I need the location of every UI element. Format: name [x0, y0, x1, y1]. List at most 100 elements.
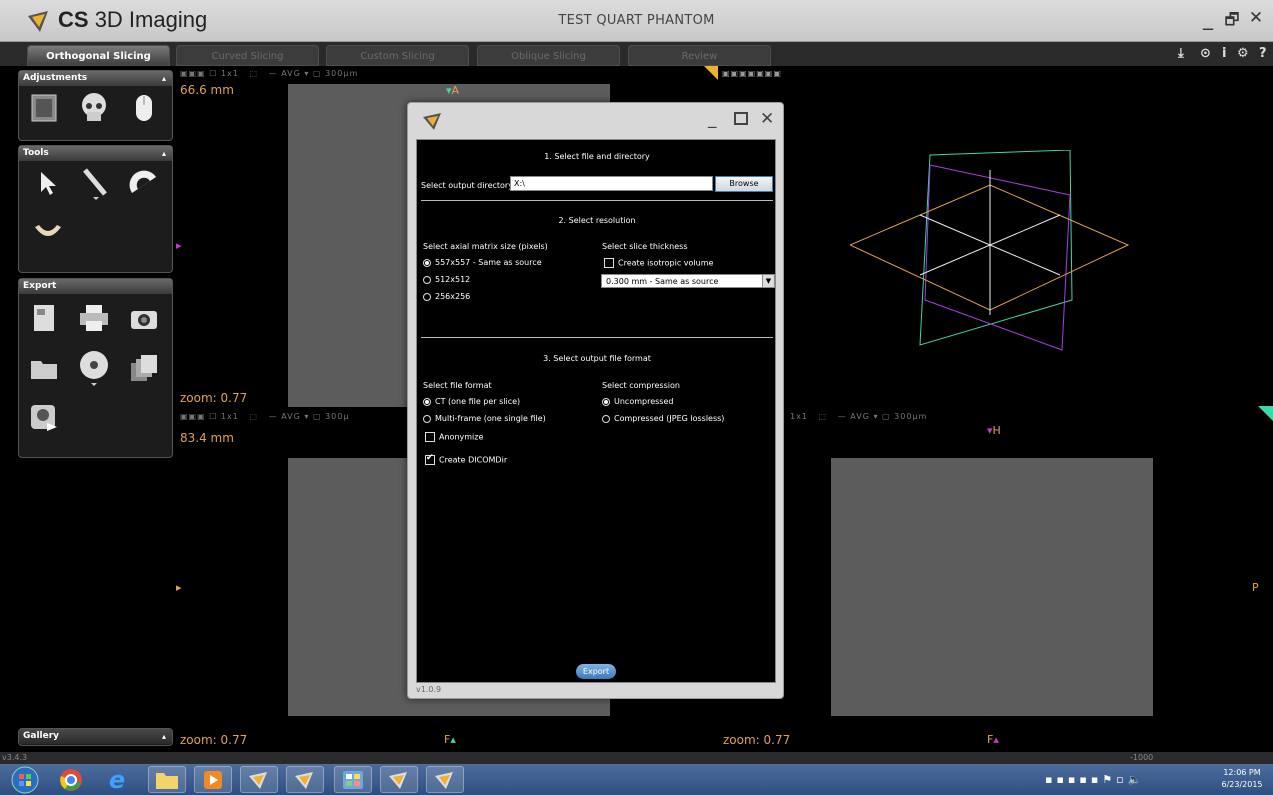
- ruler-icon[interactable]: [79, 166, 113, 200]
- printer-icon[interactable]: [77, 301, 111, 335]
- status-value: -1000: [1130, 753, 1154, 762]
- isotropic-volume-checkbox[interactable]: Create isotropic volume: [604, 258, 713, 268]
- minimize-button[interactable]: _: [1196, 6, 1220, 30]
- radio-matrix-256[interactable]: 256x256: [423, 292, 470, 301]
- mouse-icon[interactable]: [127, 91, 161, 125]
- marker-foot: F▴: [444, 733, 456, 746]
- cs-imaging-taskbar-icon[interactable]: [380, 766, 418, 793]
- 3d-volume-view[interactable]: [850, 150, 1130, 355]
- expand-icon[interactable]: ▴: [162, 729, 166, 744]
- clock-time: 12:06 PM: [1223, 768, 1261, 777]
- checkbox-indicator[interactable]: [425, 453, 435, 465]
- slice-image-sagittal[interactable]: [831, 458, 1153, 716]
- radio-indicator[interactable]: [423, 414, 431, 423]
- target-icon[interactable]: ⊙: [1200, 46, 1211, 61]
- cs-imaging-taskbar-icon[interactable]: [426, 766, 464, 793]
- export-header[interactable]: Export: [19, 279, 172, 294]
- create-dicomdir-checkbox[interactable]: Create DICOMDir: [425, 453, 507, 465]
- output-directory-label: Select output directory: [421, 181, 513, 190]
- file-format-label: Select file format: [423, 381, 492, 390]
- camera-icon[interactable]: [127, 301, 161, 335]
- dialog-close-button[interactable]: ✕: [760, 109, 774, 129]
- radio-matrix-557[interactable]: 557x557 - Same as source: [423, 258, 542, 267]
- slice-distance: 66.6 mm: [180, 83, 234, 97]
- viewport-toolbar[interactable]: ▣▣▣ ☐ 1x1 ⬚ — AVG ▾ ▢ 300µ: [180, 412, 349, 421]
- chrome-icon[interactable]: [52, 766, 90, 793]
- media-player-icon[interactable]: [194, 766, 232, 793]
- tab-orthogonal-slicing[interactable]: Orthogonal Slicing: [27, 45, 170, 66]
- adjustments-header[interactable]: Adjustments ▴: [19, 71, 172, 86]
- app-window: CS 3D Imaging TEST QUART PHANTOM _ 🗗 ✕ O…: [0, 0, 1273, 795]
- radio-indicator[interactable]: [423, 258, 431, 267]
- slice-distance: 83.4 mm: [180, 431, 234, 445]
- title-bar: CS 3D Imaging TEST QUART PHANTOM _ 🗗 ✕: [0, 0, 1273, 42]
- tab-custom-slicing[interactable]: Custom Slicing: [326, 45, 469, 66]
- help-icon[interactable]: ?: [1259, 46, 1267, 61]
- tools-header[interactable]: Tools ▴: [19, 146, 172, 161]
- divider: [421, 200, 773, 201]
- gallery-header[interactable]: Gallery ▴: [19, 729, 172, 744]
- radio-indicator[interactable]: [423, 292, 431, 301]
- checkbox-indicator[interactable]: [425, 432, 435, 442]
- internet-explorer-icon[interactable]: e: [98, 766, 136, 794]
- jaw-icon[interactable]: [31, 216, 65, 250]
- radio-indicator[interactable]: [423, 275, 431, 284]
- tab-oblique-slicing[interactable]: Oblique Slicing: [477, 45, 620, 66]
- settings-icon[interactable]: ⚙: [1237, 46, 1249, 61]
- section-resolution: 2. Select resolution: [558, 216, 636, 225]
- slice-thickness-select[interactable]: 0.300 mm - Same as source ▼: [601, 274, 775, 288]
- export-dicom-icon[interactable]: [27, 401, 61, 435]
- clock-date: 6/23/2015: [1221, 780, 1263, 789]
- dialog-version: v1.0.9: [416, 685, 442, 694]
- section-file-directory: 1. Select file and directory: [544, 152, 650, 161]
- pointer-icon[interactable]: [31, 166, 65, 200]
- radio-matrix-512[interactable]: 512x512: [423, 275, 470, 284]
- viewport-toolbar[interactable]: ▣▣▣ ☐ 1x1 ⬚ — AVG ▾ ▢ 300µm: [180, 69, 358, 78]
- compression-label: Select compression: [602, 381, 680, 390]
- contrast-icon[interactable]: [27, 91, 61, 125]
- info-icon[interactable]: i: [1222, 46, 1226, 61]
- zoom-level: zoom: 0.77: [180, 391, 248, 405]
- report-icon[interactable]: [27, 301, 61, 335]
- clock[interactable]: 12:06 PM 6/23/2015: [1214, 767, 1270, 791]
- checkbox-indicator[interactable]: [604, 258, 614, 268]
- folder-icon[interactable]: [27, 351, 61, 385]
- system-tray-icons[interactable]: ▪▪▪▪▪⚑▫🔈: [1045, 773, 1145, 786]
- 3d-viewport-toolbar[interactable]: ▣▣▣▣▣▣▣: [722, 69, 782, 78]
- export-panel: Export: [18, 278, 173, 458]
- gallery-panel[interactable]: Gallery ▴: [18, 728, 173, 746]
- remote-app-icon[interactable]: [334, 766, 372, 793]
- collapse-icon[interactable]: ▴: [162, 71, 166, 86]
- tab-curved-slicing[interactable]: Curved Slicing: [176, 45, 319, 66]
- cs-imaging-taskbar-icon[interactable]: [286, 766, 324, 793]
- anonymize-checkbox[interactable]: Anonymize: [425, 432, 483, 442]
- dialog-maximize-button[interactable]: [734, 112, 748, 125]
- collapse-icon[interactable]: ▴: [162, 146, 166, 161]
- dropdown-arrow-icon[interactable]: ▼: [762, 275, 774, 287]
- restore-button[interactable]: 🗗: [1220, 9, 1244, 36]
- output-directory-input[interactable]: [510, 176, 713, 191]
- export-button[interactable]: Export: [576, 664, 616, 679]
- protractor-icon[interactable]: [127, 166, 161, 200]
- cs-imaging-taskbar-icon[interactable]: [240, 766, 278, 793]
- radio-indicator[interactable]: [423, 397, 431, 406]
- close-button[interactable]: ✕: [1244, 8, 1268, 28]
- radio-format-ct[interactable]: CT (one file per slice): [423, 397, 520, 406]
- start-button[interactable]: [6, 766, 44, 793]
- radio-format-multiframe[interactable]: Multi-frame (one single file): [423, 414, 546, 423]
- dialog-minimize-button[interactable]: _: [708, 109, 717, 129]
- copy-images-icon[interactable]: [127, 351, 161, 385]
- skull-icon[interactable]: [77, 91, 111, 125]
- radio-compressed-jpeg[interactable]: Compressed (JPEG lossless): [602, 414, 724, 423]
- zoom-level: zoom: 0.77: [723, 733, 791, 747]
- viewport-toolbar[interactable]: 1x1 ⬚ — AVG ▾ ▢ 300µm: [790, 412, 927, 421]
- radio-uncompressed[interactable]: Uncompressed: [602, 397, 673, 406]
- download-icon[interactable]: ⤓: [1178, 46, 1184, 61]
- radio-indicator[interactable]: [602, 397, 610, 406]
- cd-icon[interactable]: [77, 351, 111, 386]
- tab-review[interactable]: Review: [628, 45, 771, 66]
- file-explorer-icon[interactable]: [148, 766, 186, 793]
- tools-panel: Tools ▴: [18, 145, 173, 273]
- radio-indicator[interactable]: [602, 414, 610, 423]
- browse-button[interactable]: Browse: [715, 176, 773, 192]
